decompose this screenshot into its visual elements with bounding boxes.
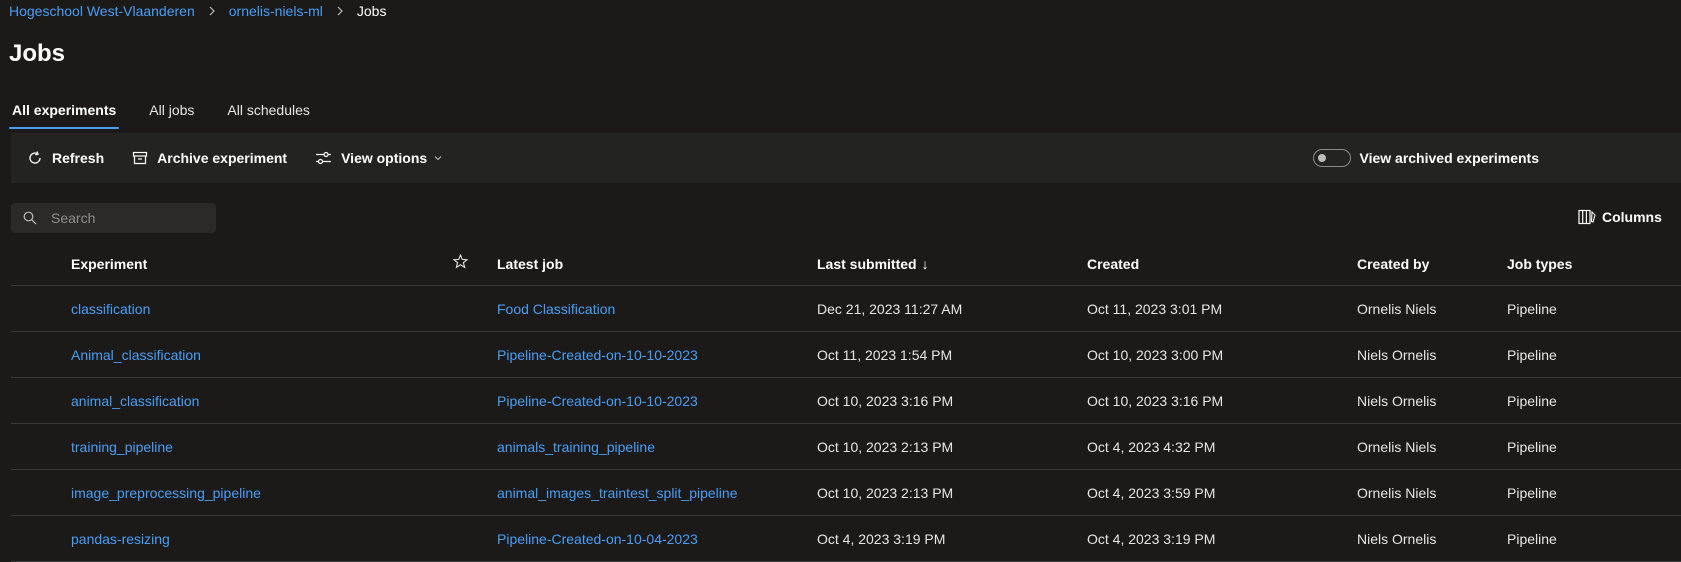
- table-row[interactable]: pandas-resizing Pipeline-Created-on-10-0…: [11, 516, 1681, 562]
- latest-job-link[interactable]: animals_training_pipeline: [497, 424, 655, 469]
- last-submitted-cell: Oct 4, 2023 3:19 PM: [817, 530, 946, 547]
- created-cell: Oct 4, 2023 4:32 PM: [1087, 438, 1216, 455]
- chevron-down-icon: [434, 156, 442, 161]
- view-options-label: View options: [341, 150, 428, 166]
- created-by-cell: Niels Ornelis: [1357, 392, 1437, 409]
- tab-all-schedules[interactable]: All schedules: [224, 99, 313, 129]
- archive-experiment-button[interactable]: Archive experiment: [132, 150, 287, 166]
- latest-job-link[interactable]: Food Classification: [497, 286, 615, 331]
- experiment-link[interactable]: image_preprocessing_pipeline: [71, 470, 261, 515]
- latest-job-link[interactable]: Pipeline-Created-on-10-10-2023: [497, 332, 698, 377]
- sliders-icon: [316, 151, 332, 165]
- search-icon: [23, 211, 37, 225]
- experiment-link[interactable]: pandas-resizing: [71, 516, 170, 561]
- column-header-latest-job[interactable]: Latest job: [497, 246, 563, 285]
- job-types-cell: Pipeline: [1507, 530, 1557, 547]
- arrow-down-icon: ↓: [921, 256, 929, 272]
- created-by-cell: Ornelis Niels: [1357, 484, 1437, 501]
- view-archived-label: View archived experiments: [1359, 150, 1540, 166]
- experiment-link[interactable]: Animal_classification: [71, 332, 201, 377]
- view-archived-toggle[interactable]: [1312, 149, 1351, 167]
- archive-experiment-label: Archive experiment: [157, 150, 288, 166]
- breadcrumb-workspace[interactable]: ornelis-niels-ml: [229, 3, 323, 19]
- created-cell: Oct 10, 2023 3:00 PM: [1087, 346, 1224, 363]
- archive-icon: [133, 151, 148, 165]
- breadcrumb-current: Jobs: [356, 3, 387, 19]
- experiment-link[interactable]: classification: [71, 286, 150, 331]
- chevron-right-icon: [208, 6, 216, 16]
- job-types-cell: Pipeline: [1507, 484, 1557, 501]
- columns-button[interactable]: Columns: [1578, 209, 1662, 225]
- page-title: Jobs: [9, 40, 66, 67]
- tab-list: All experiments All jobs All schedules: [9, 99, 340, 129]
- column-header-experiment[interactable]: Experiment: [71, 246, 147, 285]
- column-header-job-types[interactable]: Job types: [1507, 246, 1572, 285]
- columns-label: Columns: [1602, 209, 1662, 225]
- job-types-cell: Pipeline: [1507, 392, 1557, 409]
- created-by-cell: Niels Ornelis: [1357, 346, 1437, 363]
- table-header-row: Experiment Latest job Last submitted ↓ C…: [11, 246, 1681, 286]
- created-cell: Oct 10, 2023 3:16 PM: [1087, 392, 1224, 409]
- created-by-cell: Ornelis Niels: [1357, 300, 1437, 317]
- refresh-button[interactable]: Refresh: [27, 150, 104, 166]
- column-header-last-submitted[interactable]: Last submitted ↓: [817, 246, 929, 285]
- tab-all-experiments[interactable]: All experiments: [9, 99, 120, 129]
- created-by-cell: Niels Ornelis: [1357, 530, 1437, 547]
- created-by-cell: Ornelis Niels: [1357, 438, 1437, 455]
- experiment-link[interactable]: animal_classification: [71, 378, 199, 423]
- last-submitted-cell: Oct 11, 2023 1:54 PM: [817, 346, 953, 363]
- chevron-right-icon: [336, 6, 344, 16]
- job-types-cell: Pipeline: [1507, 300, 1557, 317]
- last-submitted-cell: Oct 10, 2023 3:16 PM: [817, 392, 954, 409]
- table-row[interactable]: training_pipeline animals_training_pipel…: [11, 424, 1681, 470]
- last-submitted-cell: Oct 10, 2023 2:13 PM: [817, 484, 954, 501]
- table-row[interactable]: classification Food Classification Dec 2…: [11, 286, 1681, 332]
- last-submitted-cell: Dec 21, 2023 11:27 AM: [817, 300, 963, 317]
- latest-job-link[interactable]: animal_images_traintest_split_pipeline: [497, 470, 737, 515]
- table-row[interactable]: image_preprocessing_pipeline animal_imag…: [11, 470, 1681, 516]
- experiment-link[interactable]: training_pipeline: [71, 424, 173, 469]
- breadcrumb-workspace-org[interactable]: Hogeschool West-Vlaanderen: [9, 3, 195, 19]
- experiments-table: Experiment Latest job Last submitted ↓ C…: [11, 246, 1681, 562]
- created-cell: Oct 11, 2023 3:01 PM: [1087, 300, 1223, 317]
- search-box: [11, 203, 216, 233]
- star-icon[interactable]: [453, 246, 468, 285]
- table-row[interactable]: Animal_classification Pipeline-Created-o…: [11, 332, 1681, 378]
- column-header-created[interactable]: Created: [1087, 246, 1139, 285]
- tab-all-jobs[interactable]: All jobs: [146, 99, 197, 129]
- column-header-created-by[interactable]: Created by: [1357, 246, 1429, 285]
- columns-icon: [1578, 209, 1596, 225]
- last-submitted-cell: Oct 10, 2023 2:13 PM: [817, 438, 954, 455]
- column-header-last-submitted-label: Last submitted: [817, 256, 917, 272]
- command-bar: Refresh Archive experiment View options …: [11, 133, 1681, 183]
- created-cell: Oct 4, 2023 3:59 PM: [1087, 484, 1216, 501]
- created-cell: Oct 4, 2023 3:19 PM: [1087, 530, 1216, 547]
- breadcrumb: Hogeschool West-Vlaanderen ornelis-niels…: [9, 2, 386, 20]
- latest-job-link[interactable]: Pipeline-Created-on-10-10-2023: [497, 378, 698, 423]
- refresh-label: Refresh: [52, 150, 105, 166]
- job-types-cell: Pipeline: [1507, 438, 1557, 455]
- job-types-cell: Pipeline: [1507, 346, 1557, 363]
- table-row[interactable]: animal_classification Pipeline-Created-o…: [11, 378, 1681, 424]
- archived-toggle-group: View archived experiments: [1312, 149, 1540, 167]
- view-options-button[interactable]: View options: [315, 150, 443, 166]
- latest-job-link[interactable]: Pipeline-Created-on-10-04-2023: [497, 516, 698, 561]
- search-input[interactable]: [49, 209, 203, 227]
- refresh-icon: [29, 151, 41, 164]
